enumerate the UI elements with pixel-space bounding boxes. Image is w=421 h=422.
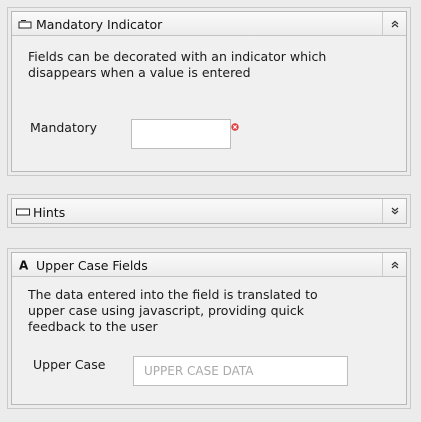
panel-title: Upper Case Fields <box>36 258 148 273</box>
panel-title: Hints <box>33 205 66 220</box>
form-icon <box>18 18 32 30</box>
upper-case-input[interactable] <box>133 356 348 386</box>
required-indicator-icon <box>231 119 239 131</box>
upper-case-fields-panel-body: A Upper Case Fields The data entered int… <box>11 252 407 405</box>
panel-description: Fields can be decorated with an indicato… <box>28 49 327 80</box>
collapse-icon[interactable] <box>382 253 406 276</box>
upper-case-field-label: Upper Case <box>33 357 106 372</box>
mandatory-indicator-panel-body: Mandatory Indicator Fields can be decora… <box>11 11 407 172</box>
textbox-icon <box>16 206 30 218</box>
upper-case-fields-panel: A Upper Case Fields The data entered int… <box>7 248 411 409</box>
collapse-icon[interactable] <box>382 12 406 35</box>
letter-a-icon: A <box>18 258 32 273</box>
panel-description: The data entered into the field is trans… <box>28 287 318 334</box>
mandatory-field-label: Mandatory <box>30 120 98 135</box>
panel-title: Mandatory Indicator <box>36 17 163 32</box>
mandatory-indicator-panel: Mandatory Indicator Fields can be decora… <box>7 7 411 176</box>
mandatory-input[interactable] <box>131 119 231 149</box>
svg-text:A: A <box>19 259 29 272</box>
hints-panel-body: Hints <box>11 198 407 224</box>
upper-case-fields-panel-header[interactable]: A Upper Case Fields <box>12 253 406 277</box>
hints-panel-header[interactable]: Hints <box>12 199 406 223</box>
mandatory-indicator-panel-header[interactable]: Mandatory Indicator <box>12 12 406 36</box>
expand-icon[interactable] <box>382 199 406 223</box>
hints-panel: Hints <box>7 194 411 228</box>
